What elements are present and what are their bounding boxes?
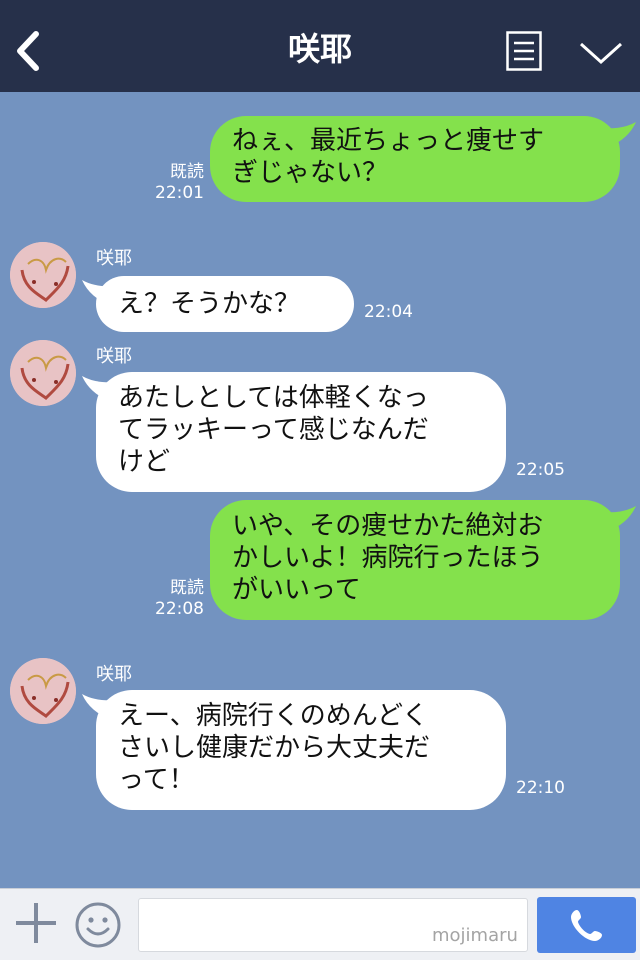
chat-area[interactable]: 既読 22:01 ねぇ、最近ちょっと痩せす ぎじゃない？ 咲耶 え？そうかな？ bbox=[0, 92, 640, 888]
message-line: あたしとしては体軽くなっ bbox=[118, 383, 429, 413]
message-line: ねぇ、最近ちょっと痩せす bbox=[232, 126, 545, 156]
message-bubble[interactable]: えー、病院行くのめんどく さいし健康だから大丈夫だ って！ bbox=[96, 690, 506, 810]
avatar[interactable] bbox=[10, 340, 76, 406]
message-line: かしいよ！病院行ったほう bbox=[232, 543, 544, 573]
sender-name: 咲耶 bbox=[96, 664, 132, 685]
avatar[interactable] bbox=[10, 658, 76, 724]
message-time: 22:01 bbox=[155, 183, 204, 203]
chat-header: 咲耶 bbox=[0, 0, 640, 92]
message-bubble[interactable]: いや、その痩せかた絶対お かしいよ！病院行ったほう がいいって bbox=[210, 500, 620, 620]
message-line: がいいって bbox=[232, 575, 361, 605]
phone-icon bbox=[571, 910, 602, 941]
message-time: 22:08 bbox=[155, 599, 204, 619]
avatar[interactable] bbox=[10, 242, 76, 308]
input-bar: mojimaru bbox=[0, 888, 640, 960]
message-line: えー、病院行くのめんどく bbox=[118, 701, 429, 731]
message-bubble[interactable]: ねぇ、最近ちょっと痩せす ぎじゃない？ bbox=[210, 116, 620, 202]
message-line: って！ bbox=[118, 765, 195, 795]
read-receipt: 既読 bbox=[170, 578, 204, 598]
message-line: けど bbox=[118, 447, 171, 477]
message-time: 22:05 bbox=[516, 460, 565, 480]
chevron-down-icon[interactable] bbox=[578, 38, 624, 68]
plus-icon[interactable] bbox=[14, 901, 58, 945]
message-line: さいし健康だから大丈夫だ bbox=[118, 733, 431, 763]
smiley-icon[interactable] bbox=[74, 901, 122, 949]
sender-name: 咲耶 bbox=[96, 248, 132, 269]
message-line: ぎじゃない？ bbox=[232, 158, 389, 188]
bubble-tail bbox=[600, 122, 636, 148]
message-bubble[interactable]: あたしとしては体軽くなっ てラッキーって感じなんだ けど bbox=[96, 372, 506, 492]
message-time: 22:10 bbox=[516, 778, 565, 798]
message-line: え？そうかな？ bbox=[118, 289, 301, 319]
chat-title: 咲耶 bbox=[287, 30, 352, 68]
message-bubble[interactable]: え？そうかな？ bbox=[96, 276, 354, 332]
bubble-tail bbox=[600, 506, 636, 532]
message-line: てラッキーって感じなんだ bbox=[118, 415, 429, 445]
read-receipt: 既読 bbox=[170, 162, 204, 182]
sender-name: 咲耶 bbox=[96, 346, 132, 367]
menu-icon[interactable] bbox=[506, 31, 542, 71]
watermark: mojimaru bbox=[432, 925, 518, 946]
message-time: 22:04 bbox=[364, 302, 413, 322]
message-line: いや、その痩せかた絶対お bbox=[232, 511, 544, 541]
call-button[interactable] bbox=[537, 897, 636, 953]
